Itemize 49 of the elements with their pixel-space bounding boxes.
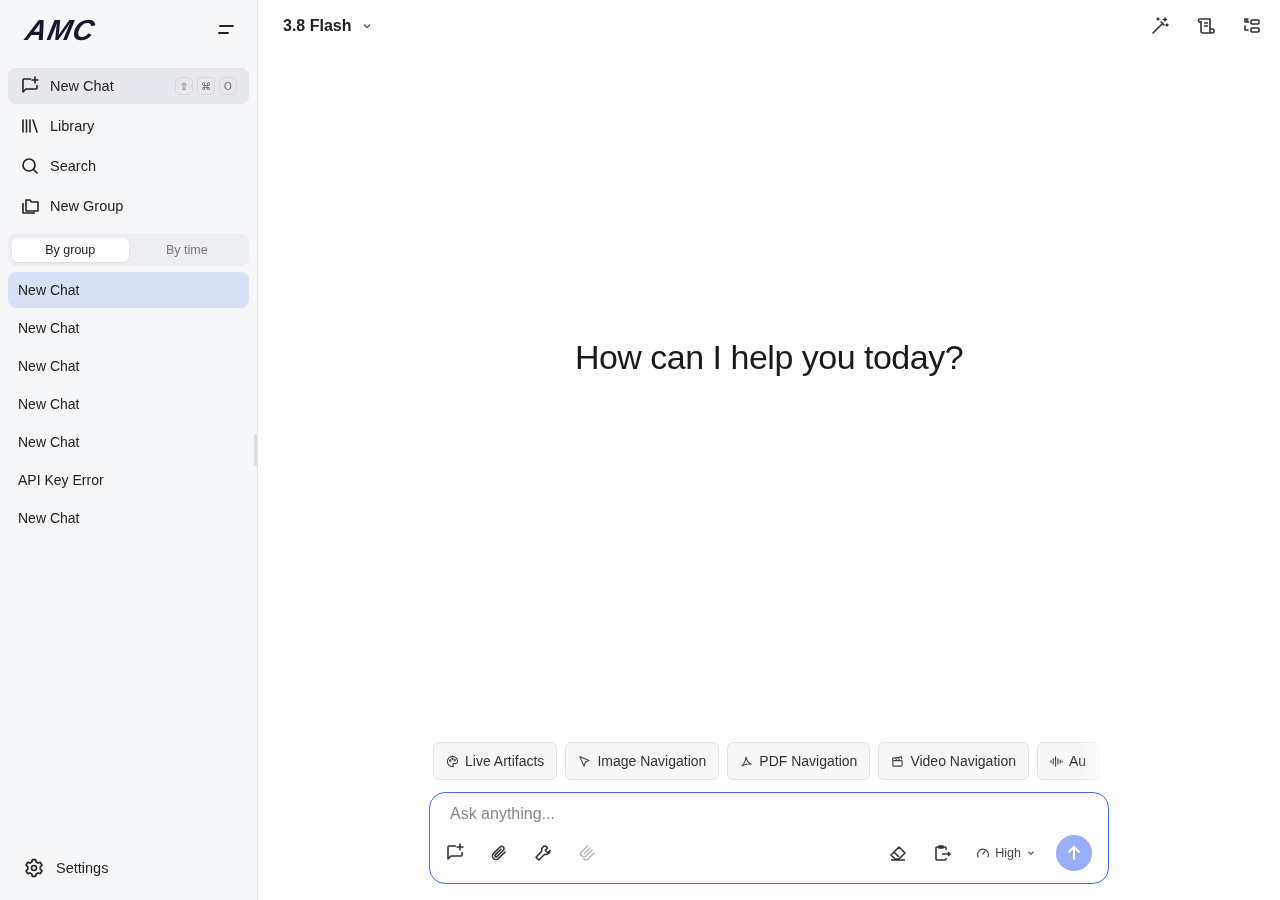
search-icon [20,156,40,176]
library-icon [20,116,40,136]
chat-item[interactable]: New Chat [8,500,249,536]
suggestion-chip[interactable]: PDF Navigation [727,742,871,780]
chat-item[interactable]: New Chat [8,310,249,346]
chat-item[interactable]: API Key Error [8,462,249,498]
view-tab[interactable]: By group [12,238,129,262]
message-input[interactable]: Ask anything... [450,805,1092,823]
chat-item[interactable]: New Chat [8,348,249,384]
chat-item[interactable]: New Chat [8,272,249,308]
shortcut-key: ⇧ [175,77,193,95]
settings-icon [24,858,44,878]
suggestion-chip[interactable]: Au [1037,742,1100,780]
magic-wand-icon[interactable] [1150,16,1170,36]
suggestion-chip[interactable]: Live Artifacts [433,742,558,780]
view-tab[interactable]: By time [128,238,245,262]
menu-icon[interactable] [217,23,235,37]
chat-plus-icon[interactable] [445,843,465,863]
palette-icon [446,754,459,768]
cursor-icon [578,754,592,768]
nav-item[interactable]: New Group [8,188,249,224]
suggestion-chip[interactable]: Image Navigation [565,742,720,780]
swap-panels-icon[interactable] [1242,16,1262,36]
shortcut-key: O [219,77,237,95]
logo: AMC [22,13,99,47]
scroll-icon[interactable] [1196,16,1216,36]
nav-item[interactable]: Search [8,148,249,184]
suggestion-chip[interactable]: Video Navigation [878,742,1029,780]
wrench-icon[interactable] [533,843,553,863]
model-selector[interactable]: 3.8 Flash [283,17,374,35]
paperclip-icon[interactable] [489,843,509,863]
audio-wave-icon [1050,754,1063,768]
nav-item[interactable]: Library [8,108,249,144]
folders-icon [20,196,40,216]
settings-item[interactable]: Settings [8,850,249,886]
greeting: How can I help you today? [574,337,964,377]
eraser-icon[interactable] [888,843,909,863]
chat-plus-icon [20,76,40,96]
nav-item[interactable]: New Chat ⇧ ⌘ O [8,68,249,104]
shortcut-key: ⌘ [197,77,215,95]
chat-item[interactable]: New Chat [8,386,249,422]
effort-selector[interactable]: High [976,846,1036,860]
chat-item[interactable]: New Chat [8,424,249,460]
clipboard-export-icon[interactable] [932,843,953,863]
arrow-up-icon [1065,844,1083,862]
message-composer[interactable]: Ask anything... High [429,792,1109,884]
clapperboard-icon [891,754,905,768]
pdf-icon [740,754,754,768]
gauge-icon [976,846,991,860]
